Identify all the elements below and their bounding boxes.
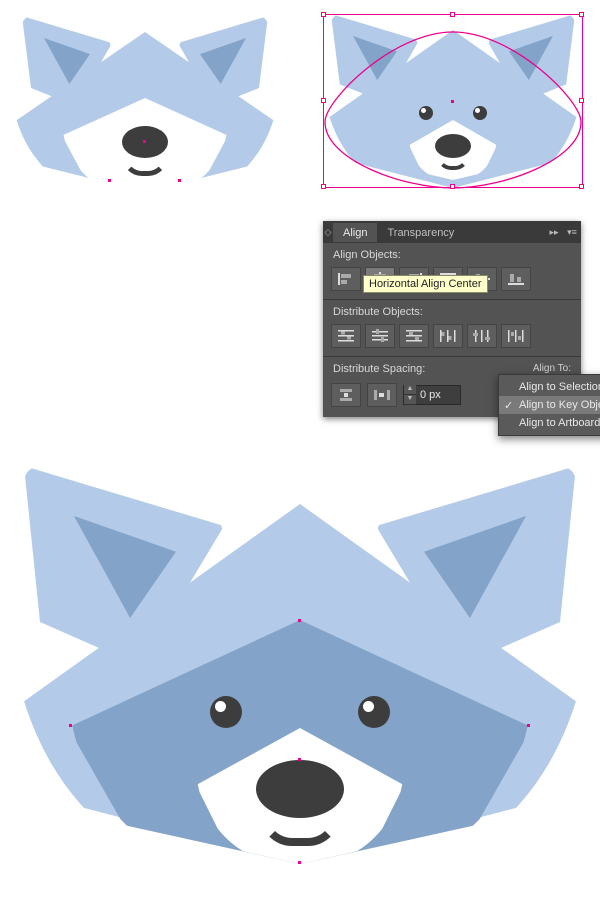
check-icon: ✓ [504, 399, 513, 412]
spacing-input[interactable] [416, 387, 460, 403]
label-distribute-objects: Distribute Objects: [323, 300, 581, 322]
label-align-to: Align To: [533, 363, 571, 374]
illustration-raccoon-2 [323, 8, 583, 208]
spacing-field[interactable]: ▲▼ [403, 385, 461, 405]
menu-align-to-key-object[interactable]: ✓Align to Key Object [499, 396, 600, 414]
illustration-raccoon-3 [8, 460, 592, 880]
dist-bottom[interactable] [399, 324, 429, 348]
align-bottom[interactable] [501, 267, 531, 291]
dist-space-v[interactable] [331, 383, 361, 407]
dist-hcenter[interactable] [467, 324, 497, 348]
stepper-up-icon[interactable]: ▲ [404, 385, 416, 395]
align-panel: ◇ Align Transparency ▸▸ ▾≡ Align Objects… [323, 221, 581, 417]
align-left[interactable] [331, 267, 361, 291]
dist-top[interactable] [331, 324, 361, 348]
dist-left[interactable] [433, 324, 463, 348]
stepper-down-icon[interactable]: ▼ [404, 395, 416, 405]
panel-menu-icon[interactable]: ▾≡ [563, 227, 581, 238]
tab-transparency[interactable]: Transparency [377, 223, 464, 242]
menu-align-to-selection[interactable]: Align to Selection [499, 378, 600, 396]
align-to-flyout: Align to Selection ✓Align to Key Object … [498, 374, 600, 436]
dist-right[interactable] [501, 324, 531, 348]
row-distribute-objects [323, 322, 581, 354]
tooltip-align-hcenter: Horizontal Align Center [363, 275, 488, 293]
dist-vcenter[interactable] [365, 324, 395, 348]
dist-space-h[interactable] [367, 383, 397, 407]
tab-align[interactable]: Align [333, 223, 377, 242]
panel-collapse-icon[interactable]: ▸▸ [545, 227, 563, 238]
menu-align-to-artboard[interactable]: Align to Artboard [499, 414, 600, 432]
panel-tabs: ◇ Align Transparency ▸▸ ▾≡ [323, 221, 581, 243]
illustration-raccoon-1 [10, 8, 280, 208]
label-align-objects: Align Objects: [323, 243, 581, 265]
